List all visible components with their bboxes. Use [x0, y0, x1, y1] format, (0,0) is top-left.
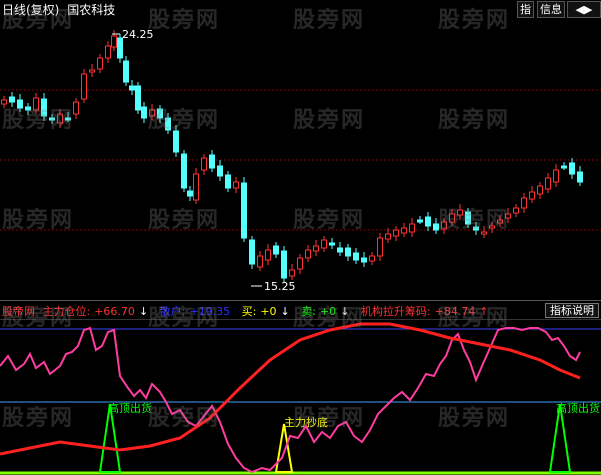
- candle-body: [561, 165, 567, 169]
- info-button[interactable]: 信息: [537, 1, 565, 18]
- watermark: 股旁网: [2, 208, 75, 233]
- candle-body: [329, 242, 335, 246]
- candle-body: [265, 249, 271, 261]
- watermark: 股旁网: [293, 306, 366, 331]
- watermark: 股旁网: [2, 406, 75, 431]
- signal-label-top-left: 高顶出货: [108, 401, 152, 415]
- stock-name: 国农科技: [67, 3, 116, 17]
- watermark: 股旁网: [438, 108, 511, 133]
- candle-body: [105, 45, 111, 59]
- watermark: 股旁网: [438, 208, 511, 233]
- candle-body: [353, 252, 359, 261]
- nav-arrows-button[interactable]: ◀▶: [567, 1, 601, 18]
- candle-body: [281, 250, 287, 279]
- candle-body: [385, 233, 391, 240]
- candle-body: [81, 73, 87, 100]
- candle-body: [321, 239, 327, 249]
- watermark: 股旁网: [2, 8, 75, 33]
- candle-body: [123, 60, 129, 83]
- price-chart[interactable]: 24.25 15.25: [0, 18, 601, 300]
- indicator-legend: 股帝网 主力仓位: +66.70 ↓ 散户: +19.35 买: +0 ↓ 卖: +0 ↓ 机…: [2, 303, 497, 319]
- candle-body: [273, 245, 279, 255]
- candle-body: [369, 255, 375, 262]
- candle-body: [111, 35, 117, 48]
- watermark: 股旁网: [293, 406, 366, 431]
- watermark: 股旁网: [438, 306, 511, 331]
- watermark: 股旁网: [438, 8, 511, 33]
- candle-body: [425, 216, 431, 227]
- candle-body: [73, 101, 79, 115]
- candle-body: [173, 130, 179, 153]
- candle-body: [521, 197, 527, 209]
- candle-body: [361, 257, 367, 263]
- candle-body: [569, 162, 575, 175]
- candle-body: [181, 153, 187, 189]
- candle-body: [377, 237, 383, 257]
- watermark: 股旁网: [293, 108, 366, 133]
- candle-body: [393, 229, 399, 237]
- watermark: 股旁网: [148, 406, 221, 431]
- candle-body: [187, 190, 193, 197]
- candle-body: [529, 191, 535, 200]
- candle-body: [233, 181, 239, 189]
- watermark: 股旁网: [148, 108, 221, 133]
- watermark: 股旁网: [148, 306, 221, 331]
- candle-body: [577, 171, 583, 183]
- candle-body: [129, 85, 135, 91]
- watermark: 股旁网: [438, 406, 511, 431]
- candle-body: [209, 154, 215, 169]
- candle-body: [345, 247, 351, 257]
- candle-body: [97, 57, 103, 70]
- candle-body: [225, 174, 231, 189]
- watermark: 股旁网: [293, 8, 366, 33]
- low-annotation: 15.25: [251, 280, 296, 293]
- candle-body: [417, 219, 423, 223]
- signal-label-top-right: 高顶出货: [556, 401, 600, 415]
- candle-body: [217, 165, 223, 177]
- candle-body: [141, 106, 147, 119]
- index-button[interactable]: 指: [517, 1, 534, 18]
- watermark: 股旁网: [148, 208, 221, 233]
- candle-body: [337, 247, 343, 253]
- indicator-chart[interactable]: 高顶出货 主力抄底 高顶出货: [0, 318, 601, 475]
- candle-body: [257, 255, 263, 268]
- candle-body: [305, 249, 311, 259]
- candle-body: [249, 239, 255, 265]
- candle-body: [193, 173, 199, 201]
- candlesticks: [1, 30, 583, 283]
- candle-body: [117, 37, 123, 59]
- watermark: 股旁网: [2, 306, 75, 331]
- candle-body: [401, 227, 407, 234]
- candle-body: [513, 207, 519, 214]
- candle-body: [89, 69, 95, 73]
- watermark: 股旁网: [148, 8, 221, 33]
- legend-buy: 买: +0 ↓: [241, 305, 290, 318]
- buy-signal-spike: [274, 423, 294, 473]
- candle-body: [409, 223, 415, 233]
- candle-body: [241, 182, 247, 239]
- candle-body: [545, 177, 551, 190]
- candle-body: [313, 245, 319, 252]
- candle-body: [297, 257, 303, 270]
- watermark: 股旁网: [293, 208, 366, 233]
- watermark: 股旁网: [2, 108, 75, 133]
- candle-body: [553, 169, 559, 183]
- indicator-explain-button[interactable]: 指标说明: [545, 303, 599, 318]
- candle-body: [537, 185, 543, 195]
- candle-body: [289, 269, 295, 277]
- candle-body: [135, 85, 141, 111]
- candle-body: [201, 157, 207, 171]
- low-price-label: 15.25: [264, 280, 296, 293]
